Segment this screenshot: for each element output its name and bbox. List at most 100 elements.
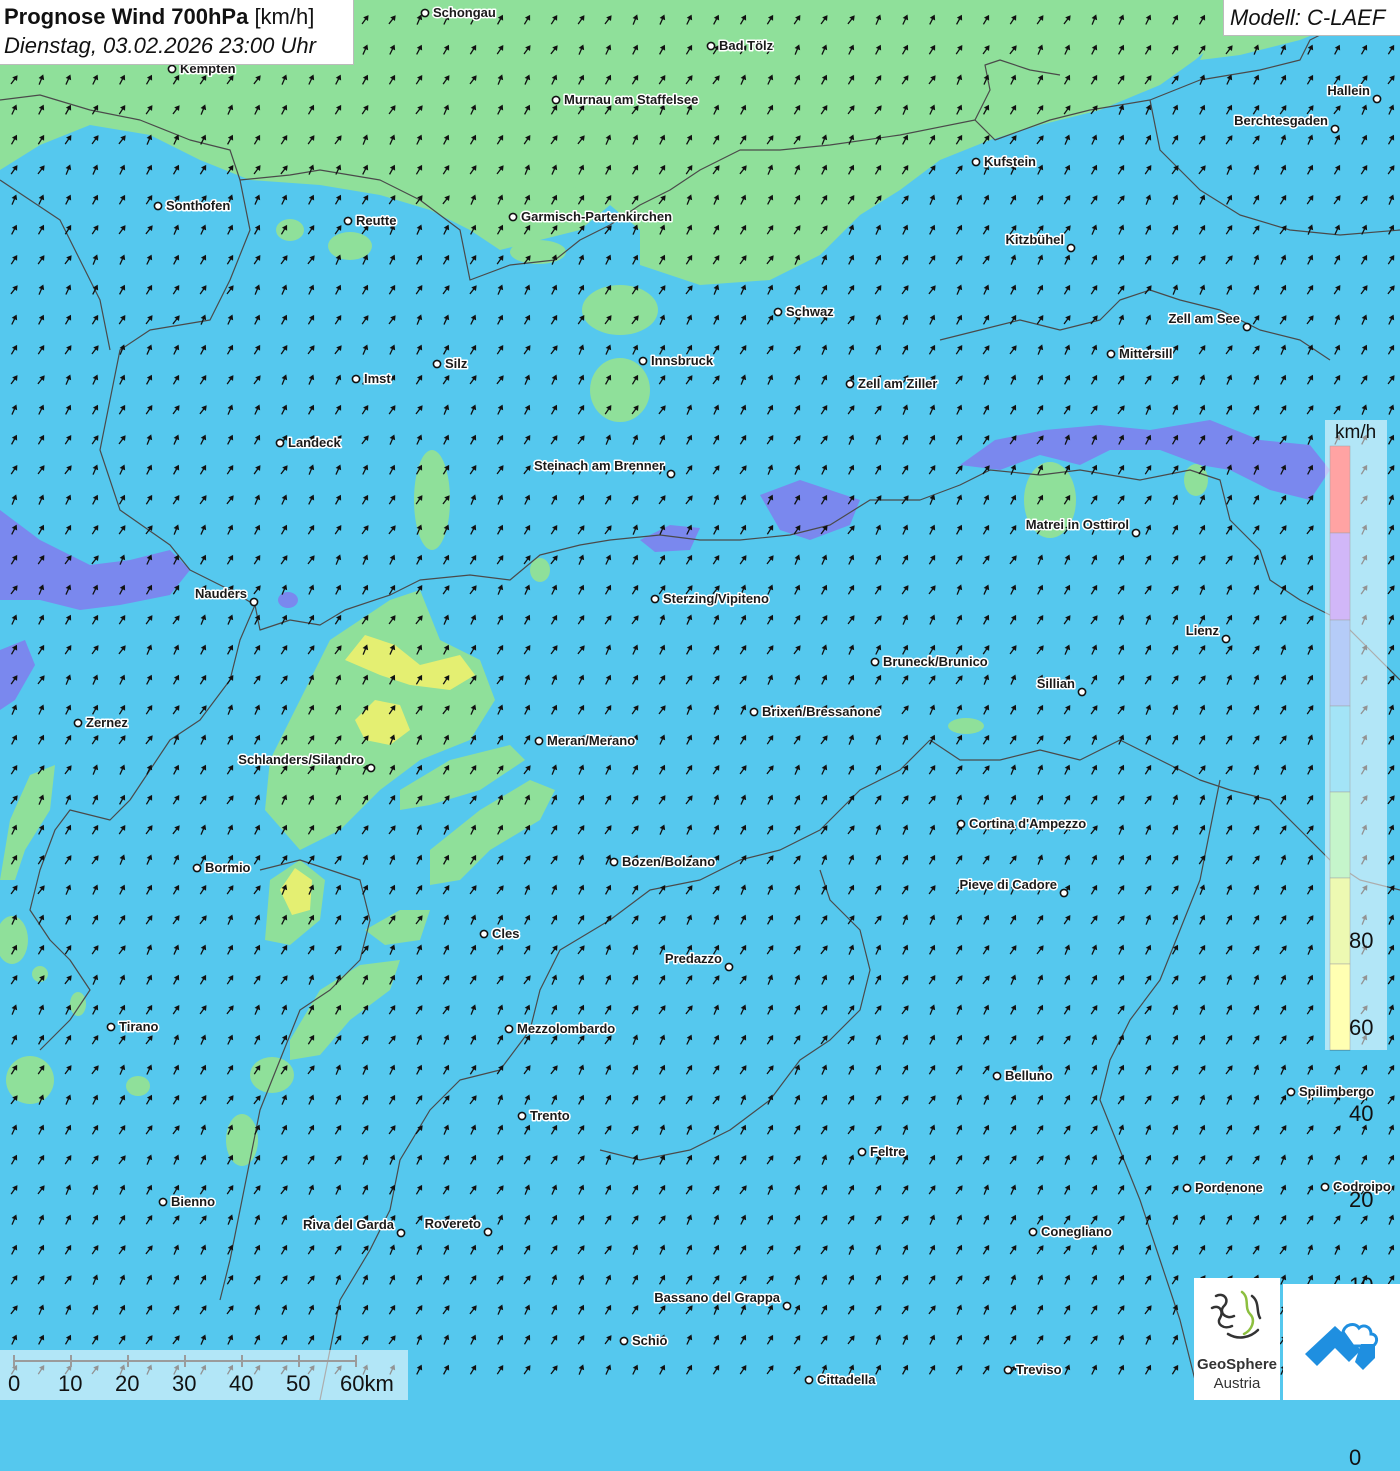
city-dot [1286, 1087, 1296, 1097]
city-marker: Brixen/Bressanone [749, 703, 882, 721]
city-dot [1131, 528, 1141, 538]
city-label: Pieve di Cadore [959, 877, 1057, 892]
city-label: Innsbruck [651, 353, 714, 368]
city-label: Treviso [1016, 1362, 1062, 1377]
city-dot [619, 1336, 629, 1346]
forecast-datetime: Dienstag, 03.02.2026 23:00 Uhr [4, 33, 316, 58]
city-dot [551, 95, 561, 105]
city-dot [956, 819, 966, 829]
city-label: Tirano [119, 1019, 159, 1034]
light-wind-patch [582, 285, 658, 335]
city-label: Riva del Garda [303, 1217, 395, 1232]
city-label: Mezzolombardo [517, 1021, 615, 1036]
city-label: Schongau [433, 5, 496, 20]
city-label: Pordenone [1195, 1180, 1263, 1195]
city-dot [1066, 243, 1076, 253]
city-dot [782, 1301, 792, 1311]
city-dot [638, 356, 648, 366]
city-label: Bozen/Bolzano [622, 854, 715, 869]
city-label: Mittersill [1119, 346, 1172, 361]
city-label: Cortina d'Ampezzo [969, 816, 1086, 831]
light-wind-patch [32, 966, 48, 982]
legend-label-20: 20 [1349, 1187, 1374, 1212]
city-label: Steinach am Brenner [534, 458, 664, 473]
city-label: Sonthofen [166, 198, 230, 213]
city-label: Sterzing/Vipiteno [663, 591, 769, 606]
city-label: Bad Tölz [719, 38, 774, 53]
city-label: Bormio [205, 860, 251, 875]
map-title: Prognose Wind 700hPa [km/h] [4, 4, 315, 29]
city-label: Imst [364, 371, 391, 386]
light-wind-patch [564, 160, 592, 188]
city-label: Bassano del Grappa [654, 1290, 780, 1305]
light-wind-patch [948, 718, 984, 734]
city-dot [992, 1071, 1002, 1081]
city-marker: Spilimbergo [1286, 1083, 1376, 1101]
city-dot [1242, 322, 1252, 332]
city-dot [650, 594, 660, 604]
legend-label-40: 40 [1349, 1101, 1374, 1126]
city-dot [483, 1227, 493, 1237]
city-label: Bruneck/Brunico [883, 654, 988, 669]
wind-map: SchongauBad TölzKemptenMurnau am Staffel… [0, 0, 1400, 1400]
legend-unit: km/h [1335, 422, 1377, 443]
weather-app-logo[interactable] [1283, 1284, 1400, 1400]
city-dot [158, 1197, 168, 1207]
city-marker: Cittadella [804, 1371, 878, 1389]
city-dot [432, 359, 442, 369]
city-label: Spilimbergo [1299, 1084, 1374, 1099]
city-dot [1028, 1227, 1038, 1237]
city-label: Cles [492, 926, 519, 941]
city-label: Hallein [1327, 83, 1370, 98]
city-dot [845, 379, 855, 389]
city-dot [1320, 1182, 1330, 1192]
city-dot [366, 763, 376, 773]
cloud-arrow-icon [1305, 1323, 1379, 1370]
city-dot [749, 707, 759, 717]
city-label: Schio [632, 1333, 667, 1348]
city-marker: Murnau am Staffelsee [551, 91, 700, 109]
city-dot [275, 438, 285, 448]
city-marker: Cortina d'Ampezzo [956, 815, 1088, 833]
city-label: Predazzo [665, 951, 722, 966]
scale-label-60km: 60km [340, 1371, 394, 1396]
city-marker: Garmisch-Partenkirchen [508, 208, 674, 226]
city-dot [420, 8, 430, 18]
city-label: Zell am Ziller [858, 376, 937, 391]
city-dot [351, 374, 361, 384]
city-dot [1221, 634, 1231, 644]
scale-label-20: 20 [115, 1371, 140, 1396]
city-label: Garmisch-Partenkirchen [521, 209, 672, 224]
light-wind-patch [6, 1056, 54, 1104]
city-dot [971, 157, 981, 167]
city-label: Cittadella [817, 1372, 876, 1387]
city-label: Trento [530, 1108, 570, 1123]
city-label: Landeck [288, 435, 342, 450]
title-box: Prognose Wind 700hPa [km/h] Dienstag, 03… [0, 0, 354, 65]
city-dot [1003, 1365, 1013, 1375]
city-label: Murnau am Staffelsee [564, 92, 698, 107]
city-dot [773, 307, 783, 317]
city-label: Matrei in Osttirol [1026, 517, 1129, 532]
strong-wind-patch [278, 592, 298, 608]
scale-label-30: 30 [172, 1371, 197, 1396]
city-label: Kufstein [984, 154, 1036, 169]
geosphere-country: Austria [1213, 1375, 1261, 1392]
city-dot [249, 597, 259, 607]
city-label: Schlanders/Silandro [238, 752, 364, 767]
geosphere-logo[interactable]: GeoSphere Austria [1194, 1278, 1280, 1400]
city-label: Berchtesgaden [1234, 113, 1328, 128]
city-dot [534, 736, 544, 746]
city-label: Lienz [1186, 623, 1220, 638]
city-marker: Bozen/Bolzano [609, 853, 717, 871]
city-marker: Schongau [420, 4, 497, 22]
city-label: Silz [445, 356, 468, 371]
city-dot [706, 41, 716, 51]
city-dot [167, 64, 177, 74]
city-label: Bienno [171, 1194, 215, 1209]
city-marker: Bruneck/Brunico [870, 653, 989, 671]
city-label: Sillian [1037, 676, 1075, 691]
light-wind-patch [510, 240, 566, 264]
city-dot [857, 1147, 867, 1157]
scale-label-50: 50 [286, 1371, 311, 1396]
